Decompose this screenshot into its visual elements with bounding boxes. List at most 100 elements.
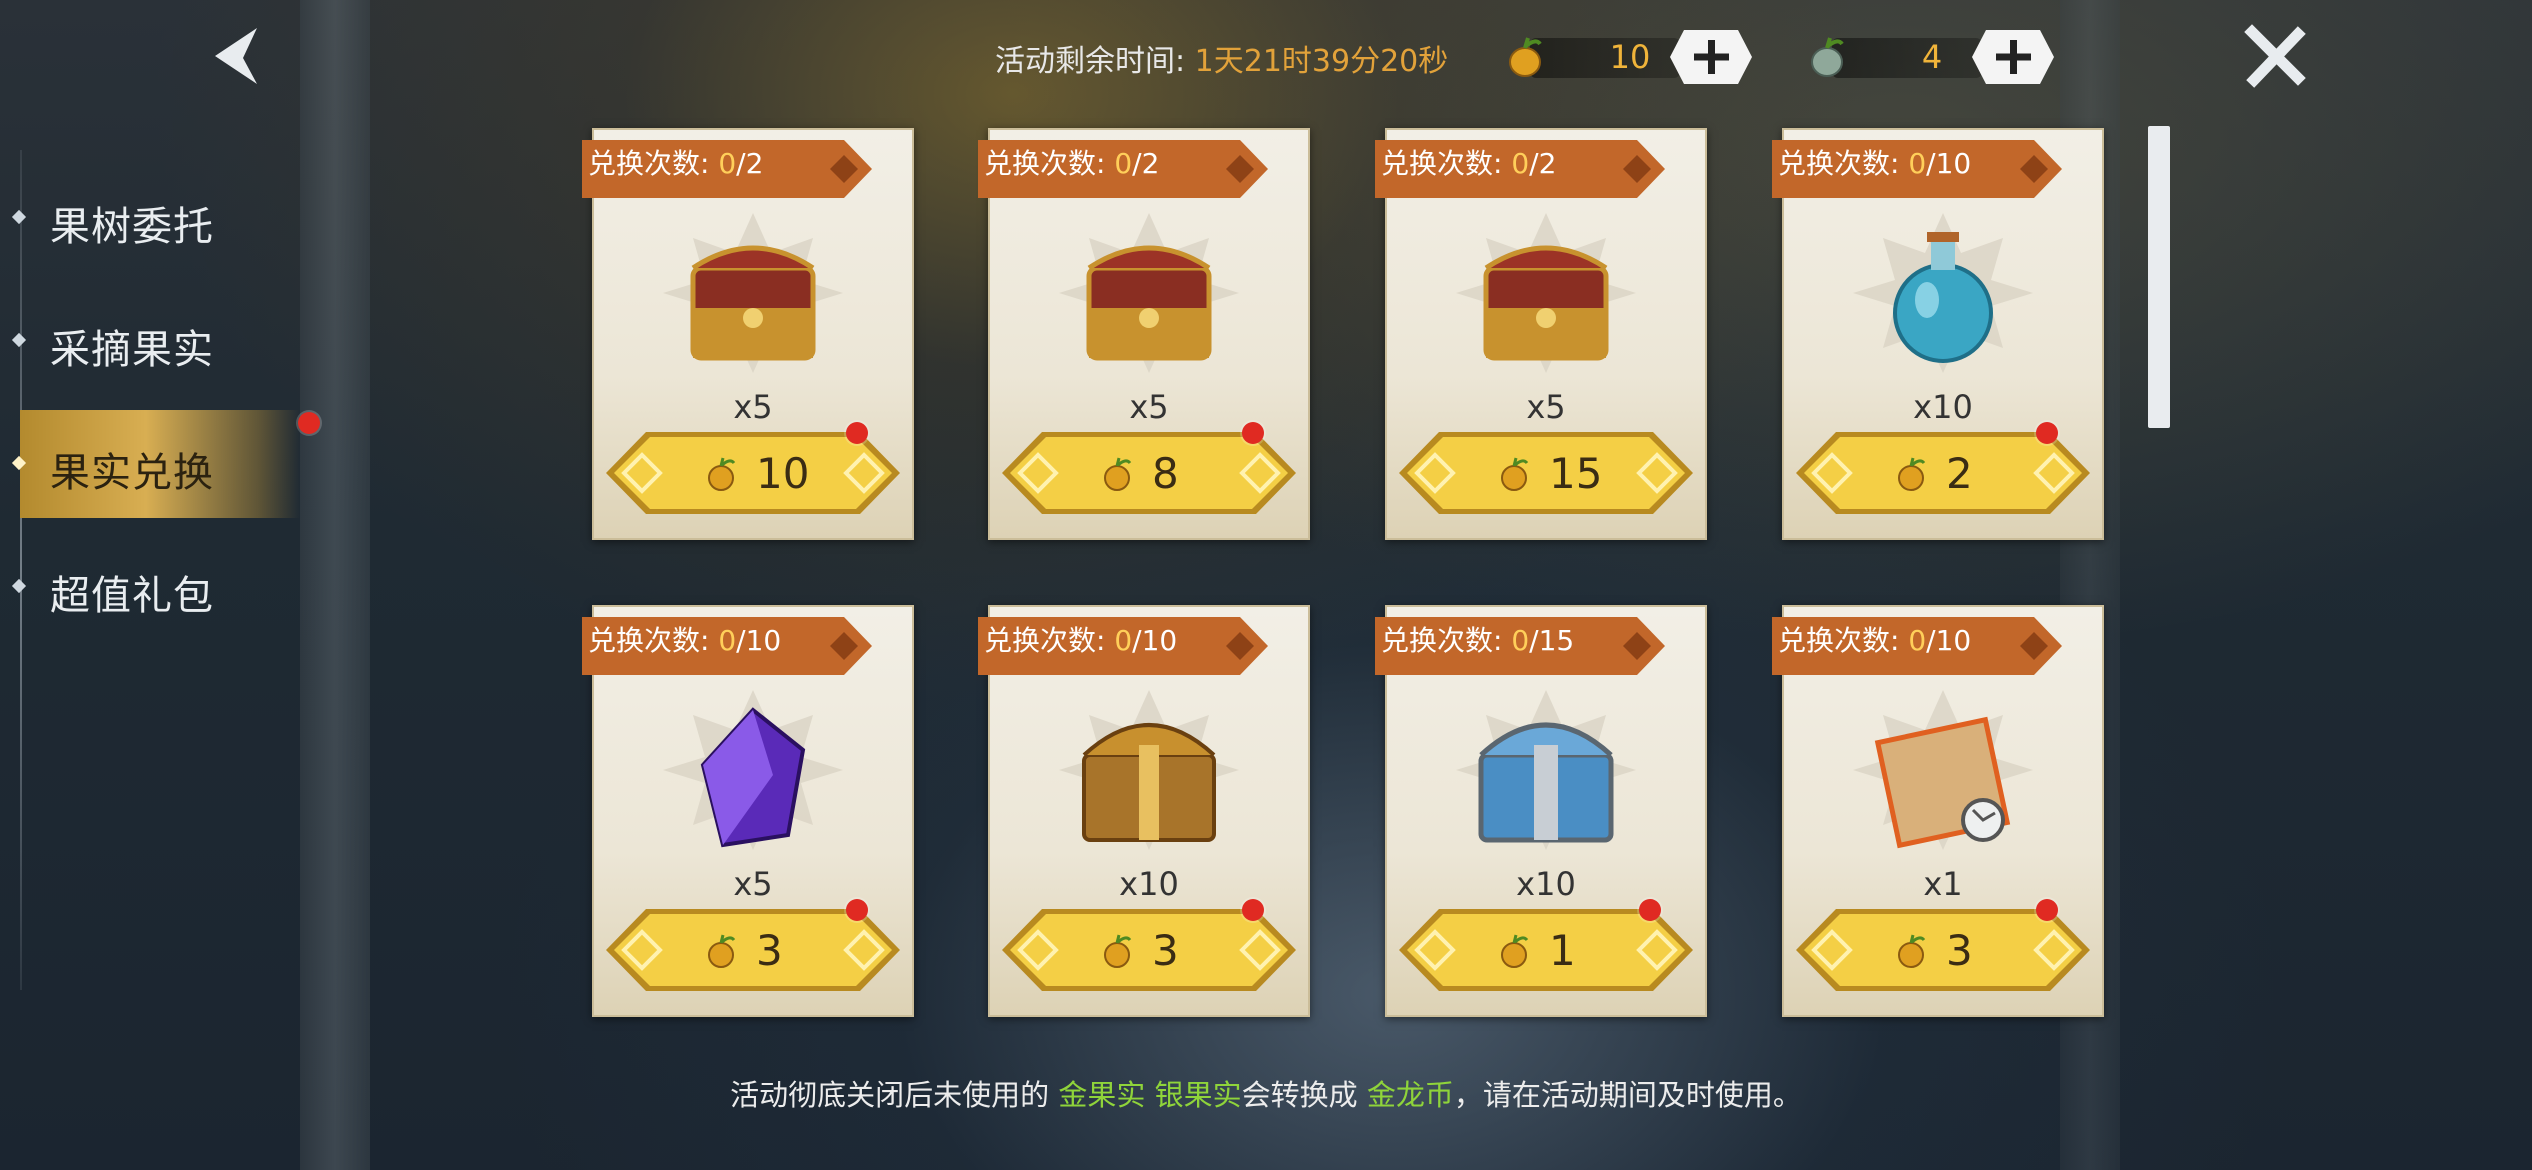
exchange-count-value: 0 [1908, 147, 1927, 180]
exchange-count-limit: /10 [1132, 624, 1178, 657]
exchange-button[interactable]: 1 [1399, 909, 1693, 991]
red-treasure-chest-icon [1456, 213, 1636, 373]
item-quantity: x10 [1516, 865, 1576, 903]
footer-text: 会转换成 [1241, 1078, 1367, 1112]
exchange-count-value: 0 [1114, 147, 1133, 180]
back-arrow-icon [215, 28, 257, 84]
exchange-count-limit: /10 [1926, 147, 1972, 180]
exchange-card: 兑换次数: 0/10 x5 3 [582, 605, 914, 1017]
button-frame [606, 432, 900, 514]
exchange-card: 兑换次数: 0/10 x1 3 [1772, 605, 2104, 1017]
exchange-count-label: 兑换次数: [1381, 624, 1512, 657]
sidebar-item-fruit-tree-commission[interactable]: 果树委托 [11, 164, 300, 272]
item-quantity: x10 [1913, 388, 1973, 426]
exchange-button[interactable]: 3 [606, 909, 900, 991]
footer-text: ，请在活动期间及时使用。 [1453, 1078, 1802, 1112]
gold-fruit-counter: 10 [1500, 28, 1760, 86]
exchange-count-label: 兑换次数: [1381, 147, 1512, 180]
price-value: 8 [1152, 449, 1179, 498]
gold-fruit-amount: 10 [1609, 38, 1651, 76]
exchange-count-limit: /10 [1926, 624, 1972, 657]
silver-fruit-counter: 4 [1802, 28, 2062, 86]
close-icon [2244, 24, 2306, 88]
menu-bullet-icon [11, 578, 27, 594]
exchange-count-label: 兑换次数: [588, 147, 719, 180]
sidebar-item-label: 果实兑换 [50, 450, 214, 496]
item-quantity: x1 [1923, 865, 1963, 903]
close-button[interactable] [2240, 22, 2310, 92]
item-quantity: x5 [733, 865, 773, 903]
exchange-button[interactable]: 2 [1796, 432, 2090, 514]
button-frame [1399, 909, 1693, 991]
blue-potion-icon [1853, 213, 2033, 373]
exchange-button[interactable]: 3 [1002, 909, 1296, 991]
golden-chest-icon [1059, 690, 1239, 850]
button-frame [606, 909, 900, 991]
exchange-button[interactable]: 3 [1796, 909, 2090, 991]
exchange-button[interactable]: 10 [606, 432, 900, 514]
add-gold-fruit-button[interactable] [1670, 30, 1752, 84]
gold-fruit-icon [1104, 934, 1132, 968]
price-value: 3 [1152, 926, 1179, 975]
button-frame [1399, 432, 1693, 514]
timer-label: 活动剩余时间: [995, 44, 1186, 79]
scroll-icon [1853, 690, 2033, 850]
exchange-count-value: 0 [1511, 624, 1530, 657]
exchange-count-limit: /15 [1529, 624, 1575, 657]
menu-bullet-icon [11, 332, 27, 348]
notification-dot [298, 412, 320, 434]
exchange-count-text: 兑换次数: 0/10 [1778, 619, 1971, 659]
exchange-count-text: 兑换次数: 0/2 [588, 142, 763, 182]
exchange-count-value: 0 [718, 147, 737, 180]
silver-chest-icon [1456, 690, 1636, 850]
sidebar-item-label: 超值礼包 [50, 573, 214, 619]
price-value: 3 [1946, 926, 1973, 975]
exchange-count-text: 兑换次数: 0/10 [984, 619, 1177, 659]
button-frame [1796, 909, 2090, 991]
gold-fruit-icon [1898, 934, 1926, 968]
notification-dot [1639, 899, 1661, 921]
back-button[interactable] [205, 22, 275, 92]
exchange-count-value: 0 [1908, 624, 1927, 657]
price-value: 15 [1549, 449, 1603, 498]
exchange-card: 兑换次数: 0/2 x5 10 [582, 128, 914, 540]
add-silver-fruit-button[interactable] [1972, 30, 2054, 84]
sidebar-item-label: 果树委托 [50, 204, 214, 250]
silver-fruit-icon [1811, 37, 1844, 77]
background-tree-trunk [300, 0, 370, 1170]
exchange-count-value: 0 [1114, 624, 1133, 657]
sidebar-item-fruit-exchange[interactable]: 果实兑换 [11, 410, 300, 518]
gold-fruit-icon [1898, 457, 1926, 491]
purple-crystal-icon [663, 690, 843, 850]
notification-dot [2036, 899, 2058, 921]
exchange-count-label: 兑换次数: [1778, 147, 1909, 180]
exchange-card: 兑换次数: 0/15 x10 1 [1375, 605, 1707, 1017]
sidebar-item-pick-fruit[interactable]: 采摘果实 [11, 287, 300, 395]
exchange-button[interactable]: 8 [1002, 432, 1296, 514]
sidebar-item-value-pack[interactable]: 超值礼包 [11, 533, 300, 641]
gold-fruit-icon [1509, 37, 1542, 77]
notification-dot [2036, 422, 2058, 444]
button-frame [1796, 432, 2090, 514]
exchange-button[interactable]: 15 [1399, 432, 1693, 514]
item-quantity: x5 [733, 388, 773, 426]
exchange-count-label: 兑换次数: [984, 624, 1115, 657]
menu-bullet-icon [11, 455, 27, 471]
sidebar-item-label: 采摘果实 [50, 327, 214, 373]
scrollbar[interactable] [2148, 126, 2170, 428]
price-value: 10 [756, 449, 810, 498]
exchange-count-label: 兑换次数: [984, 147, 1115, 180]
red-treasure-chest-icon [1059, 213, 1239, 373]
gold-dragon-coin-text: 金龙币 [1366, 1078, 1454, 1112]
exchange-count-text: 兑换次数: 0/15 [1381, 619, 1574, 659]
exchange-count-text: 兑换次数: 0/10 [588, 619, 781, 659]
event-timer: 活动剩余时间: 1天21时39分20秒 [995, 36, 1448, 80]
button-frame [1002, 909, 1296, 991]
item-quantity: x5 [1129, 388, 1169, 426]
exchange-count-label: 兑换次数: [1778, 624, 1909, 657]
exchange-count-limit: /2 [1529, 147, 1557, 180]
item-quantity: x5 [1526, 388, 1566, 426]
gold-fruit-icon [1501, 934, 1529, 968]
exchange-card: 兑换次数: 0/2 x5 8 [978, 128, 1310, 540]
notification-dot [846, 422, 868, 444]
